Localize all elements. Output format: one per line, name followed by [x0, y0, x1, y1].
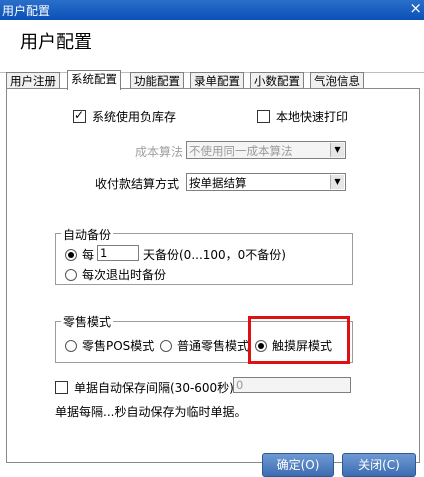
highlight-box — [248, 316, 350, 364]
checkbox-box — [73, 108, 86, 123]
use-negative-inventory-checkbox[interactable]: 系统使用负库存 — [73, 108, 176, 125]
close-icon[interactable]: × — [409, 0, 422, 17]
backup-every-radio[interactable]: 每 — [65, 246, 94, 263]
tab-function-config[interactable]: 功能配置 — [130, 72, 184, 89]
chevron-down-icon: ▼ — [330, 175, 344, 189]
radio-dot — [65, 248, 77, 261]
backup-days-value: 1 — [100, 246, 108, 260]
backup-on-exit-radio[interactable]: 每次退出时备份 — [65, 266, 166, 283]
auto-save-interval-value: 0 — [236, 378, 244, 392]
radio-dot — [65, 268, 77, 281]
payment-method-value: 按单据结算 — [189, 176, 247, 190]
auto-backup-legend: 自动备份 — [61, 226, 114, 243]
retail-pos-mode-label: 零售POS模式 — [82, 339, 155, 353]
tab-bubble-info[interactable]: 气泡信息 — [310, 72, 364, 89]
backup-every-label: 每 — [82, 248, 95, 262]
payment-method-label: 收付款结算方式 — [95, 177, 180, 191]
chevron-down-icon: ▼ — [330, 143, 344, 157]
auto-save-interval-input[interactable]: 0 — [233, 377, 351, 393]
title-bar: 用户配置 × — [0, 0, 424, 20]
retail-mode-legend: 零售模式 — [61, 313, 114, 330]
retail-pos-mode-radio[interactable]: 零售POS模式 — [65, 337, 154, 354]
cost-method-select[interactable]: 不使用同一成本算法 ▼ — [186, 141, 346, 159]
ok-button[interactable]: 确定(O) — [262, 453, 334, 477]
close-button[interactable]: 关闭(C) — [342, 453, 416, 477]
checkbox-box — [257, 110, 270, 123]
page-title: 用户配置 — [20, 32, 92, 53]
backup-on-exit-label: 每次退出时备份 — [82, 268, 167, 282]
cost-method-label: 成本算法 — [135, 145, 184, 159]
normal-retail-mode-radio[interactable]: 普通零售模式 — [160, 337, 249, 354]
system-config-panel: 系统使用负库存 本地快速打印 成本算法 不使用同一成本算法 ▼ 收付款结算方式 … — [6, 88, 420, 463]
auto-save-checkbox[interactable]: 单据自动保存间隔(30-600秒) — [55, 379, 234, 396]
dialog-client: 用户配置 用户注册 系统配置 功能配置 录单配置 小数配置 气泡信息 系统使用负… — [0, 20, 424, 477]
radio-dot — [160, 339, 172, 352]
backup-days-input[interactable]: 1 — [97, 245, 139, 261]
radio-dot — [65, 339, 77, 352]
tab-user-register[interactable]: 用户注册 — [6, 72, 60, 89]
window-title: 用户配置 — [2, 4, 51, 18]
local-quick-print-checkbox[interactable]: 本地快速打印 — [257, 108, 348, 125]
normal-retail-mode-label: 普通零售模式 — [177, 339, 250, 353]
backup-days-suffix: 天备份(0...100，0不备份) — [143, 248, 286, 262]
auto-save-label: 单据自动保存间隔(30-600秒) — [74, 381, 234, 395]
use-negative-inventory-label: 系统使用负库存 — [92, 110, 177, 124]
tab-entry-config[interactable]: 录单配置 — [190, 72, 244, 89]
auto-save-note: 单据每隔...秒自动保存为临时单据。 — [55, 405, 247, 419]
checkbox-box — [55, 381, 68, 394]
local-quick-print-label: 本地快速打印 — [276, 110, 349, 124]
tab-decimal-config[interactable]: 小数配置 — [250, 72, 304, 89]
cost-method-value: 不使用同一成本算法 — [189, 144, 293, 158]
payment-method-select[interactable]: 按单据结算 ▼ — [186, 173, 346, 191]
tab-system-config[interactable]: 系统配置 — [67, 70, 121, 90]
